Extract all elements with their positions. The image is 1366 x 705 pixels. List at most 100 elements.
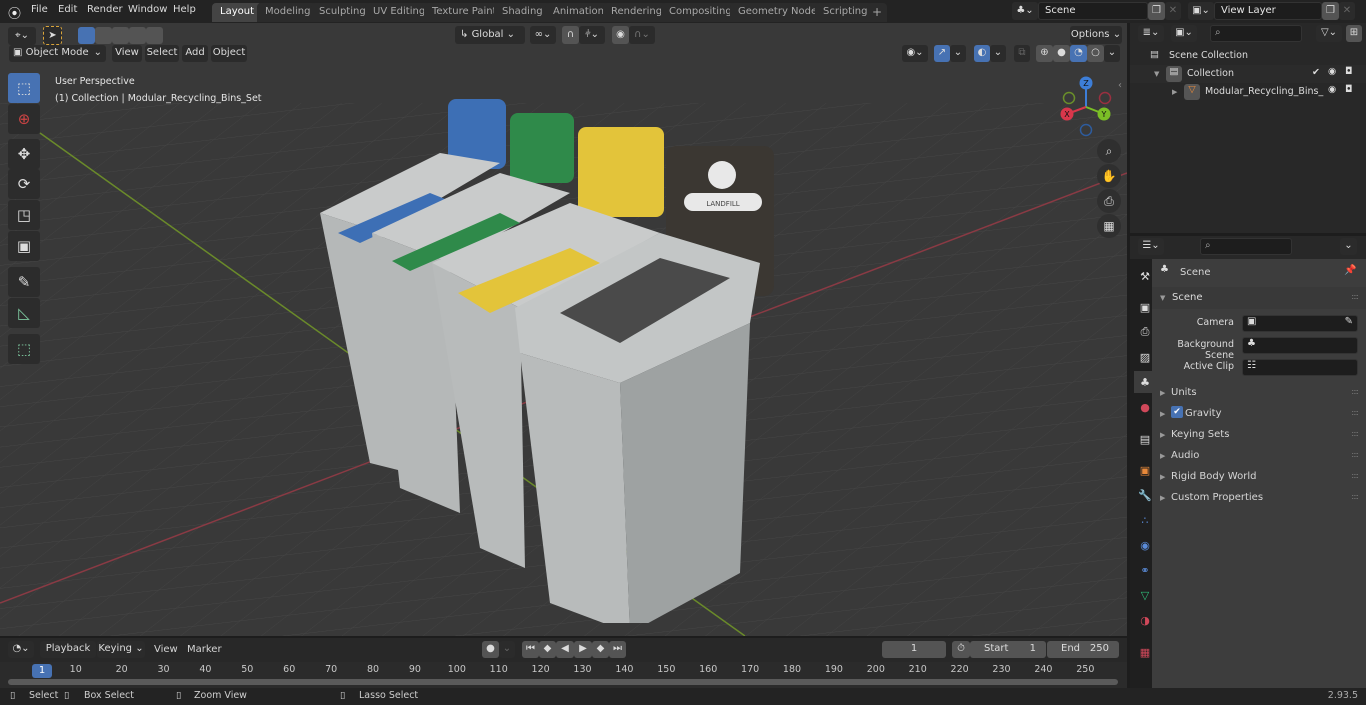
drag-grip-icon[interactable]: :::: [1351, 387, 1359, 396]
outliner-row-collection[interactable]: ▼ ▤ Collection ✔ ◉ ◘ [1130, 65, 1366, 83]
drag-grip-icon[interactable]: :::: [1351, 292, 1359, 301]
timeline-view-menu[interactable]: View [154, 644, 178, 655]
start-frame-field[interactable]: Start 1 [970, 641, 1046, 658]
gizmo-toggle-icon[interactable]: ↗ [934, 45, 950, 62]
proportional-editing-icon[interactable]: ◉ [612, 26, 629, 44]
rotate-tool-icon[interactable]: ⟳ [8, 169, 40, 199]
menu-help[interactable]: Help [173, 4, 196, 15]
drag-grip-icon[interactable]: :::: [1351, 450, 1359, 459]
render-camera-icon[interactable]: ◘ [1345, 84, 1353, 95]
tab-shading[interactable]: Shading [494, 3, 551, 22]
shading-solid-icon[interactable]: ● [1053, 45, 1070, 62]
outliner-search-input[interactable]: ⌕ [1210, 25, 1302, 42]
select-mode-new-icon[interactable] [78, 27, 95, 44]
tab-layout[interactable]: Layout [212, 3, 262, 22]
outliner-row-object[interactable]: ▶ ▽ Modular_Recycling_Bins_ ◉ ◘ [1130, 83, 1366, 101]
timeline-marker-menu[interactable]: Marker [187, 644, 222, 655]
proportional-falloff-icon[interactable]: ∩⌄ [629, 26, 655, 44]
exclude-checkbox-icon[interactable]: ✔ [1312, 67, 1320, 78]
panel-units[interactable]: ▶ Units :::: [1152, 383, 1366, 404]
shading-dropdown-icon[interactable]: ⌄ [1104, 45, 1120, 62]
prev-keyframe-icon[interactable]: ◆ [539, 641, 556, 658]
menu-add[interactable]: Add [182, 45, 208, 62]
view-layer-icon[interactable]: ▣⌄ [1188, 2, 1214, 20]
scene-selector-icon[interactable]: ♣⌄ [1012, 2, 1038, 20]
pin-icon[interactable]: 📌 [1344, 265, 1356, 276]
timeline-ruler[interactable]: 1 10 20 30 40 50 60 70 80 90 100 110 120 130 140 150 16… [0, 662, 1127, 688]
cursor-tool-icon[interactable]: ⊕ [8, 104, 40, 134]
auto-keying-icon[interactable]: ● [482, 641, 499, 658]
select-mode-extend-icon[interactable] [95, 27, 112, 44]
panel-custom-properties[interactable]: ▶ Custom Properties :::: [1152, 488, 1366, 509]
tab-texture-paint[interactable]: Texture Paint [424, 3, 505, 22]
shading-wireframe-icon[interactable]: ⊕ [1036, 45, 1053, 62]
next-keyframe-icon[interactable]: ◆ [592, 641, 609, 658]
transform-tool-icon[interactable]: ▣ [8, 231, 40, 261]
expand-triangle-icon[interactable]: ▼ [1154, 70, 1159, 78]
delete-view-layer-icon[interactable]: ✕ [1339, 2, 1355, 20]
snap-target-icon[interactable]: ⫩⌄ [579, 26, 605, 44]
drag-grip-icon[interactable]: :::: [1351, 471, 1359, 480]
visibility-eye-icon[interactable]: ◉ [1328, 84, 1336, 95]
select-mode-intersect-icon[interactable] [146, 27, 163, 44]
keying-menu[interactable]: Keying ⌄ [97, 641, 145, 658]
tab-animation[interactable]: Animation [545, 3, 612, 22]
new-scene-icon[interactable]: ❐ [1148, 2, 1165, 20]
preview-range-icon[interactable]: ⏱ [952, 641, 970, 658]
scale-tool-icon[interactable]: ◳ [8, 200, 40, 230]
menu-file[interactable]: File [31, 4, 48, 15]
blender-logo-icon[interactable]: ⦿ [8, 3, 21, 22]
sidebar-toggle-icon[interactable]: ‹ [1118, 80, 1122, 91]
auto-keying-dropdown-icon[interactable]: ⌄ [499, 641, 515, 658]
select-mode-invert-icon[interactable] [129, 27, 146, 44]
overlays-toggle-icon[interactable]: ◐ [974, 45, 990, 62]
tab-compositing[interactable]: Compositing [661, 3, 740, 22]
view-layer-field[interactable]: View Layer [1214, 2, 1322, 20]
outliner-filter-icon[interactable]: ▽⌄ [1316, 25, 1342, 42]
drag-grip-icon[interactable]: :::: [1351, 429, 1359, 438]
end-frame-field[interactable]: End 250 [1047, 641, 1119, 658]
options-dropdown[interactable]: Options ⌄ [1070, 26, 1122, 44]
properties-options-icon[interactable]: ⌄ [1340, 238, 1357, 255]
object-visibility-icon[interactable]: ◉⌄ [902, 45, 928, 62]
play-reverse-icon[interactable]: ◀ [556, 641, 574, 658]
overlays-dropdown-icon[interactable]: ⌄ [990, 45, 1006, 62]
background-scene-field[interactable]: ♣ [1242, 337, 1358, 354]
tab-uv-editing[interactable]: UV Editing [365, 3, 434, 22]
properties-search-input[interactable]: ⌕ [1200, 238, 1292, 255]
zoom-view-icon[interactable]: ⌕ [1097, 139, 1121, 163]
delete-scene-icon[interactable]: ✕ [1165, 2, 1181, 20]
recycling-bins-model[interactable]: LANDFILL [300, 93, 780, 623]
measure-tool-icon[interactable]: ◺ [8, 298, 40, 328]
scene-name-field[interactable]: Scene [1038, 2, 1148, 20]
navigation-gizmo[interactable]: Z X Y [1055, 75, 1119, 139]
tab-modeling[interactable]: Modeling [257, 3, 319, 22]
render-camera-icon[interactable]: ◘ [1345, 66, 1353, 77]
panel-keying-sets[interactable]: ▶ Keying Sets :::: [1152, 425, 1366, 446]
properties-editor-type-icon[interactable]: ☰⌄ [1138, 238, 1164, 255]
3d-viewport[interactable]: LANDFILL ⌖⌄ ➤ ↳ Global ⌄ ∞⌄ ∩ ⫩⌄ ◉ ∩⌄ Op… [0, 23, 1127, 636]
timeline-scrollbar[interactable] [8, 679, 1118, 685]
active-clip-field[interactable]: ☷ [1242, 359, 1358, 376]
panel-gravity[interactable]: ▶ ✔ Gravity :::: [1152, 404, 1366, 425]
menu-select[interactable]: Select [145, 45, 179, 62]
gizmo-dropdown-icon[interactable]: ⌄ [950, 45, 966, 62]
mode-dropdown[interactable]: ▣ Object Mode ⌄ [9, 45, 106, 62]
annotate-tool-icon[interactable]: ✎ [8, 267, 40, 297]
panel-header-scene[interactable]: ▼ Scene :::: [1152, 287, 1366, 309]
new-collection-icon[interactable]: ⊞ [1346, 25, 1362, 42]
xray-toggle-icon[interactable]: ⧉ [1014, 45, 1030, 62]
playback-menu[interactable]: Playback ⌄ [40, 641, 96, 670]
jump-start-icon[interactable]: ⏮ [522, 641, 539, 658]
shading-rendered-icon[interactable]: ○ [1087, 45, 1104, 62]
new-view-layer-icon[interactable]: ❐ [1322, 2, 1339, 20]
current-frame-field[interactable]: 1 [882, 641, 946, 658]
jump-end-icon[interactable]: ⏭ [609, 641, 626, 658]
menu-edit[interactable]: Edit [58, 4, 77, 15]
drag-grip-icon[interactable]: :::: [1351, 408, 1359, 417]
gravity-checkbox[interactable]: ✔ [1171, 406, 1183, 418]
menu-render[interactable]: Render [87, 4, 123, 15]
camera-field[interactable]: ▣ ✎ [1242, 315, 1358, 332]
panel-audio[interactable]: ▶ Audio :::: [1152, 446, 1366, 467]
outliner-row-scene-collection[interactable]: ▤ Scene Collection [1130, 47, 1366, 65]
